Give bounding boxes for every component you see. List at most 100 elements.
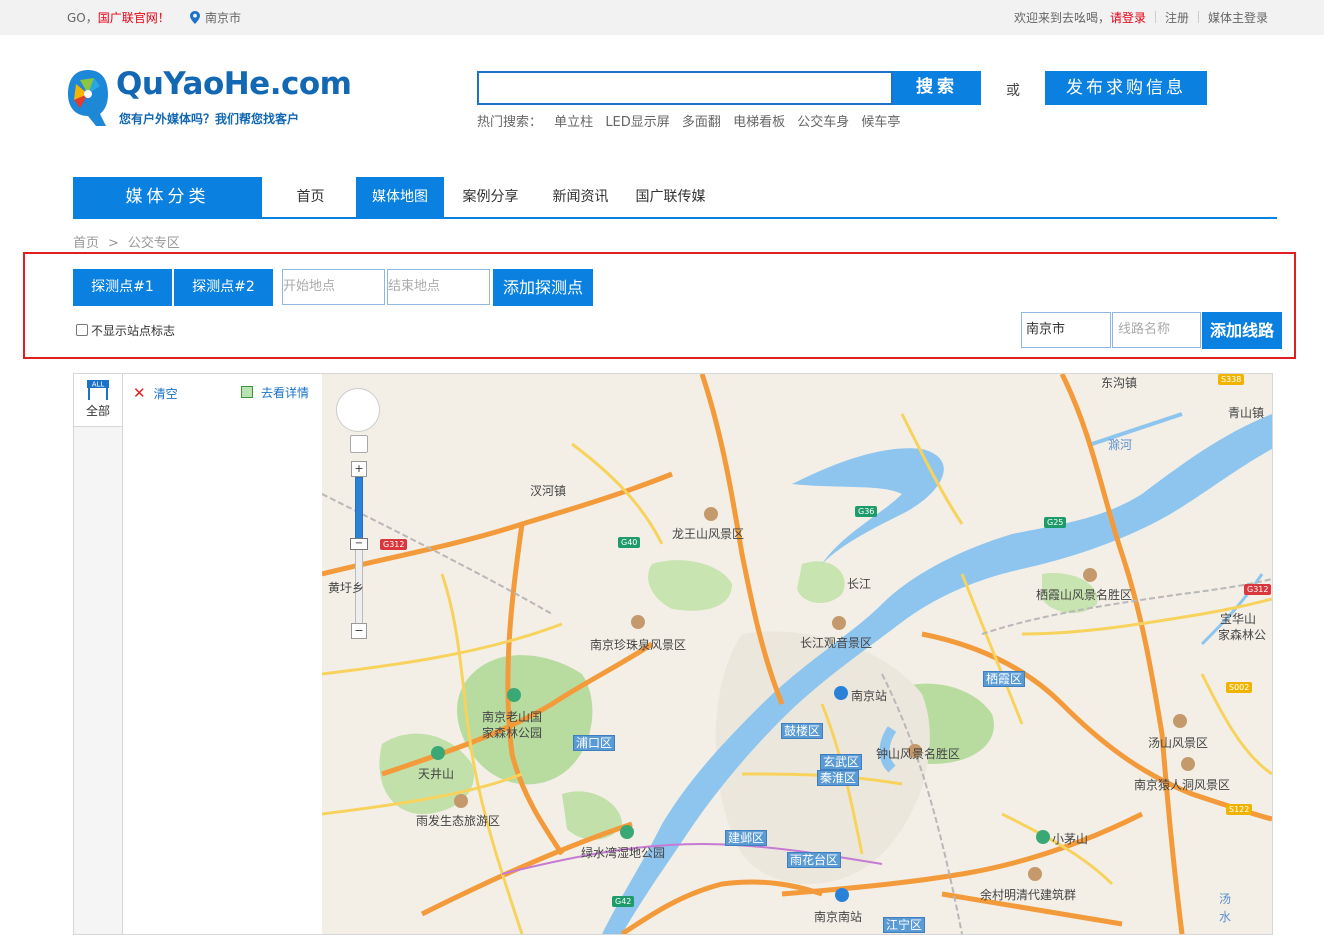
go-text: GO， — [67, 11, 98, 25]
district-label: 江宁区 — [883, 917, 926, 933]
map-label: 绿水湾湿地公园 — [581, 846, 666, 860]
station-list-panel: ✕ 清空 去看详情 — [123, 374, 321, 934]
map-label: 宝华山 — [1220, 612, 1257, 626]
map-label: 余村明清代建筑群 — [980, 888, 1077, 902]
logo-wordmark: QuYaoHe.com — [116, 66, 352, 102]
all-badge-text: ALL — [92, 381, 105, 389]
map-label: 南京猿人洞风景区 — [1134, 778, 1231, 792]
nav-guoguanglian[interactable]: 国广联传媒 — [628, 177, 713, 217]
map-label: 家森林公园 — [482, 726, 543, 740]
logo-slogan: 您有户外媒体吗？我们帮您找客户 — [119, 112, 300, 126]
map-label: 南京老山国 — [482, 710, 543, 724]
map-label: 汊河镇 — [530, 484, 567, 498]
map-label: 南京珍珠泉风景区 — [590, 638, 687, 652]
hot-search-link[interactable]: LED显示屏 — [605, 115, 669, 130]
route-name-input[interactable]: 线路名称 — [1112, 312, 1201, 348]
zoom-in-button[interactable]: + — [351, 461, 367, 477]
pan-center-icon[interactable] — [350, 435, 368, 453]
map-label: 家森林公 — [1218, 628, 1267, 642]
road-shield: G42 — [612, 896, 635, 907]
search-button[interactable]: 搜索 — [893, 71, 981, 105]
map-label: 水 — [1219, 910, 1232, 924]
road-shield: G312 — [380, 539, 408, 550]
account-links: 欢迎来到去吆喝，请登录 注册 媒体主登录 — [1014, 9, 1268, 26]
zoom-out-button[interactable]: − — [351, 623, 367, 639]
clear-button[interactable]: ✕ 清空 — [133, 384, 178, 402]
register-link[interactable]: 注册 — [1165, 11, 1189, 25]
map-control-panel: 探测点#1 探测点#2 开始地点 结束地点 添加探测点 不显示站点标志 南京市 … — [23, 252, 1296, 359]
map-label: 长江 — [847, 577, 872, 591]
zoom-slider-handle[interactable]: − — [350, 538, 368, 550]
district-label: 玄武区 — [820, 754, 863, 770]
district-label: 浦口区 — [573, 735, 616, 751]
probe-1-button[interactable]: 探测点#1 — [73, 269, 172, 306]
publish-request-button[interactable]: 发布求购信息 — [1045, 71, 1207, 105]
login-link[interactable]: 请登录 — [1110, 11, 1146, 25]
hot-search-link[interactable]: 公交车身 — [797, 115, 849, 130]
pan-control[interactable] — [336, 388, 380, 432]
hot-search-link[interactable]: 电梯看板 — [733, 115, 785, 130]
breadcrumb-current: 公交专区 — [127, 236, 180, 251]
map-label: 青山镇 — [1228, 406, 1265, 420]
road-shield: G40 — [618, 537, 641, 548]
copy-icon — [241, 386, 253, 398]
checkbox-icon[interactable] — [76, 324, 88, 336]
search-input[interactable] — [477, 71, 893, 105]
probe-2-button[interactable]: 探测点#2 — [174, 269, 273, 306]
city-input[interactable]: 南京市 — [1021, 312, 1111, 348]
hide-stations-checkbox[interactable]: 不显示站点标志 — [76, 322, 175, 339]
city-selector[interactable]: 南京市 — [190, 9, 241, 26]
media-category-menu[interactable]: 媒体分类 — [73, 177, 262, 217]
official-site-link[interactable]: 国广联官网！ — [98, 11, 170, 25]
map-base — [322, 374, 1272, 934]
map-canvas[interactable]: + − − 东沟镇 青山镇 汊河镇 龙王山风景区 长江 南京珍珠泉风景区 长江观… — [322, 374, 1272, 934]
map-label: 汤 — [1219, 892, 1232, 906]
map-label: 钟山风景名胜区 — [876, 747, 961, 761]
owner-login-link[interactable]: 媒体主登录 — [1208, 11, 1268, 25]
welcome-text: 欢迎来到去吆喝， — [1013, 11, 1110, 25]
hot-search-link[interactable]: 单立柱 — [554, 115, 593, 130]
map-label: 滁河 — [1108, 438, 1133, 452]
close-icon: ✕ — [133, 384, 146, 402]
road-shield: S122 — [1226, 804, 1253, 815]
hot-search-link[interactable]: 候车亭 — [861, 115, 900, 130]
map-container: ALL 全部 ✕ 清空 去看详情 + − − 东沟镇 青山镇 汊河镇 龙王山风景… — [73, 373, 1273, 935]
end-location-input[interactable]: 结束地点 — [387, 269, 490, 305]
top-bar: GO，国广联官网！ 南京市 欢迎来到去吆喝，请登录 注册 媒体主登录 — [0, 0, 1324, 35]
all-category-tab[interactable]: ALL 全部 — [74, 374, 122, 427]
logo-mark-icon — [68, 70, 108, 126]
hot-search-label: 热门搜索： — [477, 115, 543, 130]
hot-search-link[interactable]: 多面翻 — [682, 115, 721, 130]
map-label: 龙王山风景区 — [672, 527, 745, 541]
map-label: 长江观音景区 — [800, 636, 873, 650]
park-area — [797, 561, 845, 604]
road-shield: S002 — [1226, 682, 1253, 693]
hide-stations-label: 不显示站点标志 — [91, 324, 176, 338]
road-shield: G312 — [1244, 584, 1272, 595]
nav-case-share[interactable]: 案例分享 — [453, 177, 528, 217]
map-label: 小茅山 — [1052, 832, 1089, 846]
map-zoom-control: + − − — [336, 388, 380, 648]
breadcrumb-separator: > — [108, 236, 119, 251]
category-column: ALL 全部 — [74, 374, 123, 934]
breadcrumb-home[interactable]: 首页 — [73, 236, 99, 251]
divider — [1197, 11, 1199, 23]
add-route-button[interactable]: 添加线路 — [1202, 312, 1282, 349]
view-detail-button[interactable]: 去看详情 — [241, 384, 309, 401]
map-label: 天井山 — [418, 767, 455, 781]
nav-news[interactable]: 新闻资讯 — [543, 177, 618, 217]
site-logo[interactable]: QuYaoHe.com 您有户外媒体吗？我们帮您找客户 — [66, 66, 352, 130]
map-label: 汤山风景区 — [1148, 736, 1209, 750]
or-text: 或 — [1006, 83, 1020, 99]
add-probe-button[interactable]: 添加探测点 — [493, 269, 593, 306]
location-pin-icon — [190, 11, 200, 24]
divider — [1154, 11, 1156, 23]
main-nav: 媒体分类 首页 媒体地图 案例分享 新闻资讯 国广联传媒 — [73, 177, 1277, 219]
district-label: 雨花台区 — [787, 852, 842, 868]
view-detail-label: 去看详情 — [261, 386, 310, 400]
go-notice: GO，国广联官网！ — [67, 9, 170, 26]
clear-label: 清空 — [153, 387, 178, 401]
nav-home[interactable]: 首页 — [283, 177, 338, 217]
nav-media-map[interactable]: 媒体地图 — [356, 177, 444, 217]
start-location-input[interactable]: 开始地点 — [282, 269, 385, 305]
